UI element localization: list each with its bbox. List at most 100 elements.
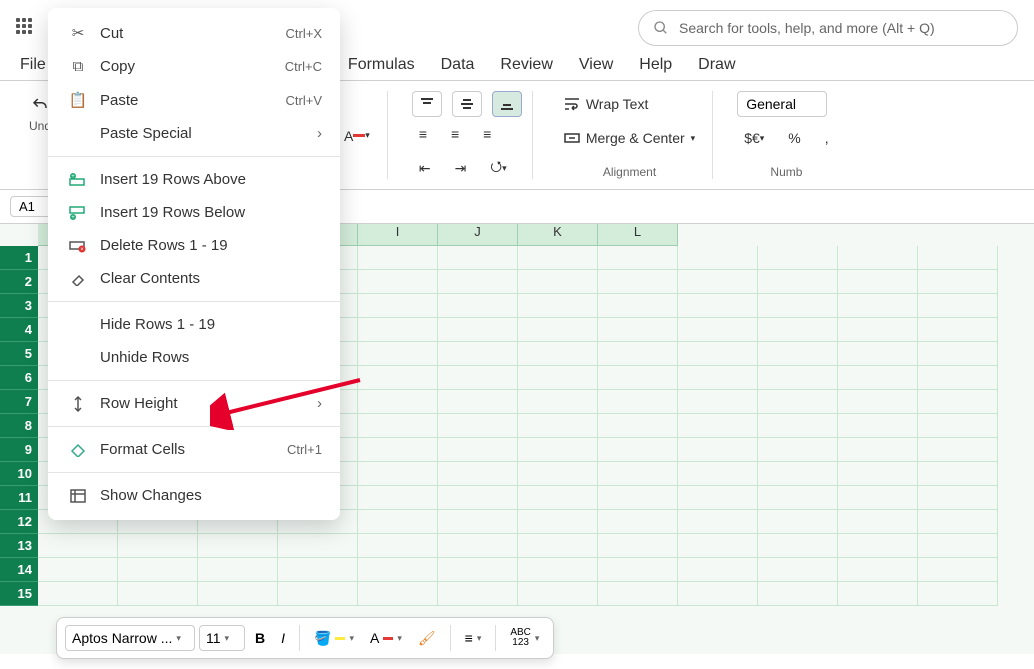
cell[interactable] [758,270,838,294]
menu-paste[interactable]: 📋 PasteCtrl+V [48,83,340,117]
cell[interactable] [518,366,598,390]
cell[interactable] [838,294,918,318]
column-header[interactable]: I [358,224,438,246]
menu-cut[interactable]: ✂ CutCtrl+X [48,16,340,50]
cell[interactable] [838,270,918,294]
cell[interactable] [358,294,438,318]
cell[interactable] [598,438,678,462]
number-format-select[interactable]: General [737,91,827,117]
cell[interactable] [838,582,918,606]
cell[interactable] [918,534,998,558]
cell[interactable] [358,342,438,366]
cell[interactable] [438,342,518,366]
cell[interactable] [758,510,838,534]
cell[interactable] [918,366,998,390]
search-input[interactable]: Search for tools, help, and more (Alt + … [638,10,1018,46]
cell[interactable] [678,414,758,438]
cell[interactable] [918,342,998,366]
cell[interactable] [38,582,118,606]
cell[interactable] [358,462,438,486]
menu-draw[interactable]: Draw [698,56,735,74]
cell[interactable] [518,582,598,606]
cell[interactable] [598,414,678,438]
cell[interactable] [678,438,758,462]
cell[interactable] [518,342,598,366]
cell[interactable] [358,582,438,606]
cell[interactable] [838,462,918,486]
menu-hide-rows[interactable]: Hide Rows 1 - 19 [48,308,340,341]
cell[interactable] [278,534,358,558]
cell[interactable] [358,390,438,414]
cell[interactable] [678,390,758,414]
cell[interactable] [118,534,198,558]
font-color-button[interactable]: A▾ [337,123,377,149]
cell[interactable] [918,462,998,486]
cell[interactable] [918,558,998,582]
cell[interactable] [518,462,598,486]
row-header[interactable]: 13 [0,534,38,558]
cell[interactable] [598,246,678,270]
cell[interactable] [38,558,118,582]
mini-font-name-select[interactable]: Aptos Narrow ...▾ [65,625,195,651]
cell[interactable] [198,582,278,606]
align-left-button[interactable]: ≡ [412,121,434,147]
cell[interactable] [198,558,278,582]
row-header[interactable]: 4 [0,318,38,342]
cell[interactable] [758,558,838,582]
cell[interactable] [838,366,918,390]
menu-show-changes[interactable]: Show Changes [48,479,340,512]
cell[interactable] [678,246,758,270]
mini-fill-color-button[interactable]: 🪣▾ [308,626,360,651]
cell[interactable] [758,246,838,270]
align-bottom-button[interactable] [492,91,522,117]
cell[interactable] [278,558,358,582]
cell[interactable] [358,558,438,582]
cell[interactable] [598,318,678,342]
cell[interactable] [598,558,678,582]
cell[interactable] [838,486,918,510]
cell[interactable] [918,246,998,270]
cell[interactable] [358,510,438,534]
menu-copy[interactable]: ⧉ CopyCtrl+C [48,50,340,83]
menu-view[interactable]: View [579,56,613,74]
cell[interactable] [358,414,438,438]
cell[interactable] [838,534,918,558]
align-middle-button[interactable] [452,91,482,117]
cell[interactable] [438,390,518,414]
cell[interactable] [438,486,518,510]
cell[interactable] [598,342,678,366]
cell[interactable] [598,294,678,318]
wrap-text-button[interactable]: Wrap Text [557,91,656,117]
cell[interactable] [518,438,598,462]
menu-insert-rows-below[interactable]: + Insert 19 Rows Below [48,196,340,229]
cell[interactable] [838,246,918,270]
mini-format-painter-button[interactable]: 🖌 [412,626,442,651]
cell[interactable] [598,582,678,606]
cell[interactable] [598,366,678,390]
column-header[interactable]: L [598,224,678,246]
menu-formulas[interactable]: Formulas [348,56,415,74]
cell[interactable] [198,534,278,558]
cell[interactable] [758,462,838,486]
merge-center-button[interactable]: Merge & Center▾ [557,125,702,151]
cell[interactable] [838,558,918,582]
row-header[interactable]: 3 [0,294,38,318]
cell[interactable] [358,486,438,510]
cell[interactable] [758,342,838,366]
cell[interactable] [838,318,918,342]
cell[interactable] [758,414,838,438]
cell[interactable] [358,270,438,294]
name-box[interactable]: A1 [10,196,52,217]
cell[interactable] [438,510,518,534]
cell[interactable] [358,438,438,462]
mini-font-color-button[interactable]: A▾ [364,626,408,650]
cell[interactable] [758,294,838,318]
align-right-button[interactable]: ≡ [476,121,498,147]
cell[interactable] [438,534,518,558]
mini-bold-button[interactable]: B [249,626,271,650]
app-launcher-icon[interactable] [16,18,36,38]
mini-number-format-button[interactable]: ABC123▾ [504,624,545,652]
currency-button[interactable]: $€▾ [737,125,771,151]
menu-data[interactable]: Data [441,56,475,74]
cell[interactable] [678,270,758,294]
